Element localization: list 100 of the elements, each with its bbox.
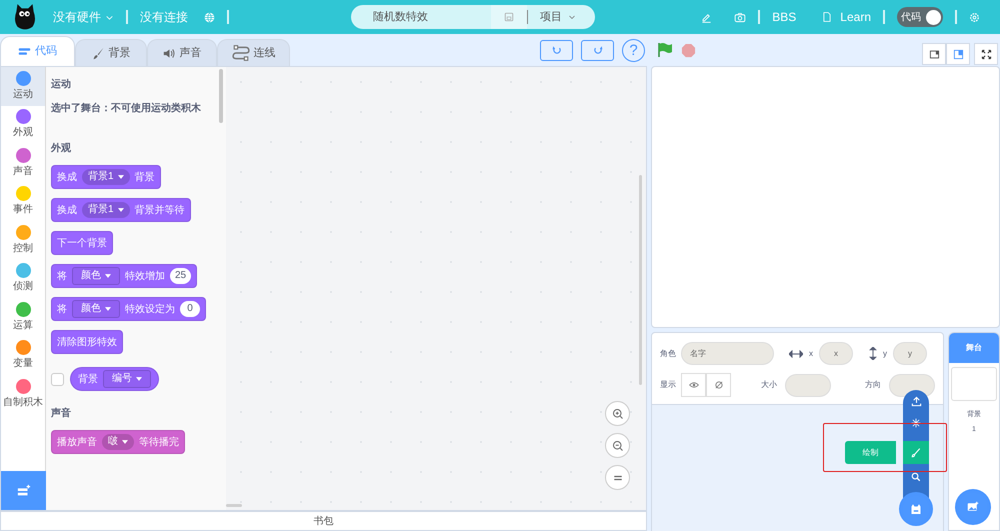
number-input[interactable]: 25	[170, 268, 192, 284]
text-field[interactable]: 名字	[681, 342, 774, 365]
paintbrush-icon	[911, 448, 921, 458]
block-label: 特效增加	[125, 270, 165, 284]
cat-face-icon	[910, 502, 922, 516]
caret-icon	[118, 175, 124, 179]
caret-icon	[136, 377, 142, 381]
text-field[interactable]: x	[819, 342, 853, 365]
redo-icon	[592, 45, 602, 55]
pen-icon[interactable]	[701, 12, 712, 22]
scrollbar[interactable]	[226, 504, 242, 507]
undo-icon	[552, 45, 562, 55]
block-label: 换成	[57, 170, 77, 184]
undo-button[interactable]	[540, 40, 573, 60]
dropdown-menu[interactable]: 背景1	[82, 202, 130, 218]
caret-icon	[122, 440, 128, 444]
block-label: 背景并等待	[134, 204, 185, 218]
dropdown-menu[interactable]: 编号	[103, 370, 151, 388]
checkbox[interactable]	[51, 372, 64, 386]
code-block[interactable]: 将 颜色 特效设定为 0	[51, 297, 206, 321]
chevron-down-icon	[568, 13, 576, 21]
text-field[interactable]	[889, 374, 935, 396]
dropdown-menu[interactable]: 啵	[102, 434, 134, 450]
project-menu[interactable]: 项目	[540, 8, 576, 26]
fullscreen-icon	[980, 48, 992, 60]
field-label: 大小	[761, 379, 777, 391]
backpack-label[interactable]: 书包	[314, 514, 334, 528]
small-stage-icon	[928, 48, 940, 60]
mode-toggle[interactable]: 代码	[897, 7, 943, 27]
speaker-icon	[162, 46, 176, 60]
save-icon[interactable]	[504, 12, 514, 22]
sparkle-icon[interactable]	[911, 418, 921, 428]
field-label: 角色	[660, 348, 677, 360]
eye-off-icon	[714, 380, 724, 390]
flag-icon[interactable]	[657, 42, 673, 58]
choose-backdrop-button[interactable]	[955, 489, 991, 525]
reset-zoom-button[interactable]	[605, 465, 630, 490]
field-label: 方向	[865, 379, 881, 391]
zoom-out-icon	[612, 440, 624, 452]
block-label: 背景	[78, 372, 98, 386]
globe-icon[interactable]	[204, 12, 215, 22]
reporter-block[interactable]: 背景 编号	[70, 367, 159, 391]
settings-icon[interactable]	[969, 12, 980, 22]
dropdown-menu[interactable]: 颜色	[72, 300, 120, 318]
code-block[interactable]: 下一个背景	[51, 231, 113, 255]
code-block[interactable]: 播放声音 啵 等待播完	[51, 430, 185, 454]
caret-icon	[105, 274, 111, 278]
caret-icon	[105, 307, 111, 311]
dropdown-menu[interactable]: 颜色	[72, 267, 120, 285]
document-icon	[822, 11, 832, 23]
zoom-out-button[interactable]	[605, 433, 630, 458]
wire-icon	[232, 44, 250, 62]
text-field[interactable]	[785, 374, 831, 396]
tab[interactable]: 连线	[217, 39, 290, 66]
zoom-in-icon	[612, 408, 624, 420]
stage-panel-header: 舞台	[949, 333, 999, 363]
stop-icon[interactable]	[681, 42, 696, 58]
block-label: 等待播完	[139, 436, 179, 450]
field-label: y	[883, 348, 887, 360]
help-button[interactable]: ?	[622, 38, 645, 62]
tab[interactable]: 背景	[75, 39, 147, 66]
redo-button[interactable]	[581, 40, 614, 60]
visibility-button[interactable]	[706, 373, 731, 397]
text-field[interactable]: y	[893, 342, 927, 365]
horizontal-arrow-icon	[789, 350, 803, 358]
field-label: 显示	[660, 379, 677, 391]
block-label: 将	[57, 302, 67, 316]
block-label: 换成	[57, 204, 77, 218]
tab[interactable]: 代码	[0, 36, 75, 66]
search-icon[interactable]	[911, 472, 921, 482]
section-heading: 声音	[51, 406, 71, 421]
block-label: 清除图形特效	[57, 336, 117, 350]
code-block[interactable]: 将 颜色 特效增加 25	[51, 264, 198, 288]
project-name[interactable]: 随机数特效	[373, 8, 491, 26]
extension-icon	[16, 484, 32, 498]
code-block[interactable]: 换成 背景1 背景	[51, 165, 161, 189]
zoom-in-button[interactable]	[605, 401, 630, 426]
section-heading: 外观	[51, 142, 71, 156]
number-input[interactable]: 0	[180, 301, 200, 317]
tab[interactable]: 声音	[147, 39, 217, 66]
scrollbar[interactable]	[639, 175, 642, 385]
add-extension-button[interactable]	[1, 471, 46, 510]
code-block[interactable]: 换成 背景1 背景并等待	[51, 198, 191, 222]
caret-icon	[118, 208, 124, 212]
block-label: 播放声音	[57, 436, 97, 450]
dropdown-menu[interactable]: 背景1	[82, 169, 130, 185]
camera-icon[interactable]	[734, 12, 746, 22]
block-label: 特效设定为	[125, 302, 175, 316]
stage-view-button[interactable]	[974, 43, 998, 65]
field-label: x	[809, 348, 813, 360]
visibility-button[interactable]	[681, 373, 706, 397]
category-item[interactable]: 运动	[1, 67, 45, 106]
upload-icon[interactable]	[910, 396, 922, 407]
stage-view-button[interactable]	[922, 43, 946, 65]
scrollbar[interactable]	[219, 69, 223, 123]
block-label: 将	[57, 270, 67, 284]
cat-logo[interactable]	[12, 3, 38, 31]
block-label: 背景	[134, 170, 155, 184]
backdrop-thumbnail[interactable]	[951, 367, 997, 401]
code-block[interactable]: 清除图形特效	[51, 330, 123, 354]
